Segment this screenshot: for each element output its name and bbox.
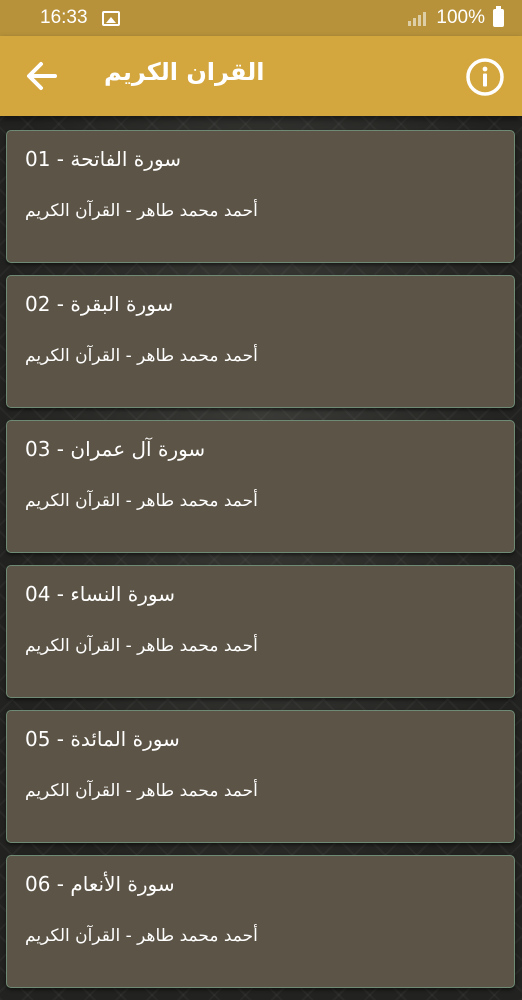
battery-percentage: 100%: [436, 7, 485, 28]
surah-title: سورة آل عمران - 03: [25, 437, 206, 461]
back-button[interactable]: [22, 56, 62, 96]
surah-reciter: أحمد محمد طاهر - القرآن الكريم: [25, 201, 258, 221]
surah-card[interactable]: سورة الفاتحة - 01 أحمد محمد طاهر - القرآ…: [6, 130, 515, 263]
surah-title: سورة المائدة - 05: [25, 727, 180, 751]
surah-reciter: أحمد محمد طاهر - القرآن الكريم: [25, 926, 258, 946]
surah-list[interactable]: سورة الفاتحة - 01 أحمد محمد طاهر - القرآ…: [0, 116, 522, 1000]
surah-card[interactable]: سورة الأنعام - 06 أحمد محمد طاهر - القرآ…: [6, 855, 515, 988]
surah-card[interactable]: سورة النساء - 04 أحمد محمد طاهر - القرآن…: [6, 565, 515, 698]
arrow-left-icon: [27, 62, 57, 90]
status-indicators: 100%: [408, 6, 504, 29]
info-icon: [466, 58, 504, 96]
image-notification-icon: [101, 10, 120, 26]
app-bar: القران الكريم: [0, 36, 522, 116]
info-button[interactable]: [465, 57, 505, 97]
surah-title: سورة الفاتحة - 01: [25, 147, 182, 171]
signal-icon: [408, 10, 427, 26]
surah-reciter: أحمد محمد طاهر - القرآن الكريم: [25, 781, 258, 801]
surah-card[interactable]: سورة المائدة - 05 أحمد محمد طاهر - القرآ…: [6, 710, 515, 843]
surah-reciter: أحمد محمد طاهر - القرآن الكريم: [25, 346, 258, 366]
status-time: 16:33: [40, 7, 88, 28]
surah-title: سورة الأنعام - 06: [25, 872, 175, 896]
surah-card[interactable]: سورة آل عمران - 03 أحمد محمد طاهر - القر…: [6, 420, 515, 553]
page-title: القران الكريم: [104, 58, 265, 86]
battery-icon: [493, 6, 504, 27]
surah-reciter: أحمد محمد طاهر - القرآن الكريم: [25, 636, 258, 656]
surah-title: سورة البقرة - 02: [25, 292, 174, 316]
surah-reciter: أحمد محمد طاهر - القرآن الكريم: [25, 491, 258, 511]
surah-card[interactable]: سورة البقرة - 02 أحمد محمد طاهر - القرآن…: [6, 275, 515, 408]
status-bar: 16:33 100%: [0, 0, 522, 36]
surah-title: سورة النساء - 04: [25, 582, 175, 606]
